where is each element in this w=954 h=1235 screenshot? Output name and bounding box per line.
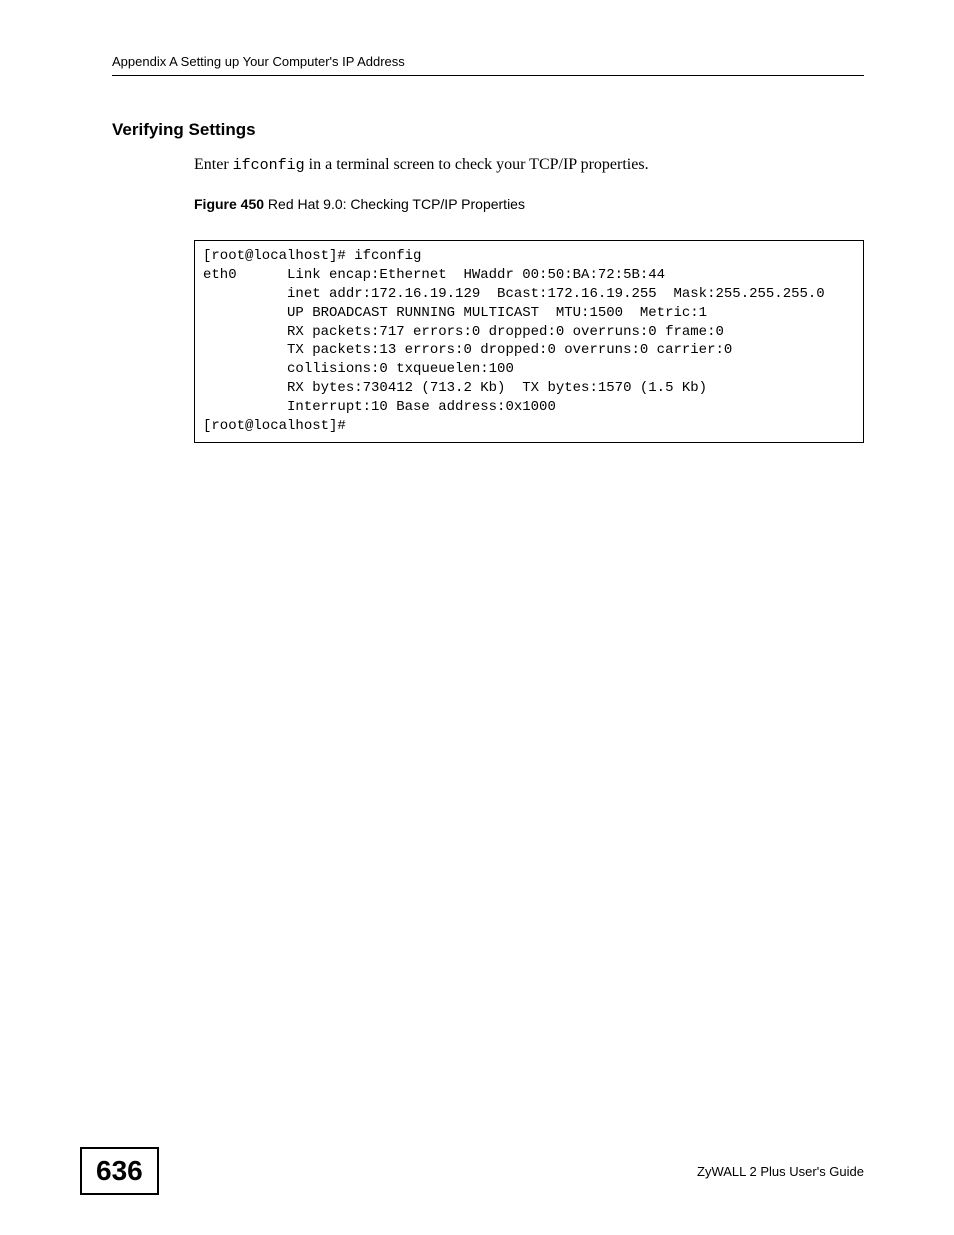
terminal-line: Interrupt:10 Base address:0x1000	[203, 399, 564, 415]
terminal-line: inet addr:172.16.19.129 Bcast:172.16.19.…	[203, 286, 825, 302]
terminal-output: [root@localhost]# ifconfig eth0 Link enc…	[194, 240, 864, 443]
figure-label: Figure 450	[194, 196, 264, 212]
figure-caption: Figure 450 Red Hat 9.0: Checking TCP/IP …	[194, 196, 864, 212]
terminal-line: [root@localhost]#	[203, 418, 346, 434]
terminal-line: RX packets:717 errors:0 dropped:0 overru…	[203, 324, 724, 340]
page-footer: 636 ZyWALL 2 Plus User's Guide	[80, 1147, 864, 1195]
terminal-line: TX packets:13 errors:0 dropped:0 overrun…	[203, 342, 732, 358]
terminal-line: eth0 Link encap:Ethernet HWaddr 00:50:BA…	[203, 267, 682, 283]
footer-guide-title: ZyWALL 2 Plus User's Guide	[697, 1164, 864, 1179]
body-text-post: in a terminal screen to check your TCP/I…	[305, 156, 649, 173]
section-heading: Verifying Settings	[112, 120, 864, 140]
terminal-line: collisions:0 txqueuelen:100	[203, 361, 522, 377]
terminal-line: RX bytes:730412 (713.2 Kb) TX bytes:1570…	[203, 380, 707, 396]
terminal-line: UP BROADCAST RUNNING MULTICAST MTU:1500 …	[203, 305, 707, 321]
body-paragraph: Enter ifconfig in a terminal screen to c…	[194, 156, 864, 174]
page-number: 636	[80, 1147, 159, 1195]
body-text-pre: Enter	[194, 156, 233, 173]
terminal-line: [root@localhost]# ifconfig	[203, 248, 430, 264]
inline-code: ifconfig	[233, 157, 305, 174]
running-header: Appendix A Setting up Your Computer's IP…	[112, 54, 864, 76]
figure-caption-text: Red Hat 9.0: Checking TCP/IP Properties	[264, 196, 525, 212]
